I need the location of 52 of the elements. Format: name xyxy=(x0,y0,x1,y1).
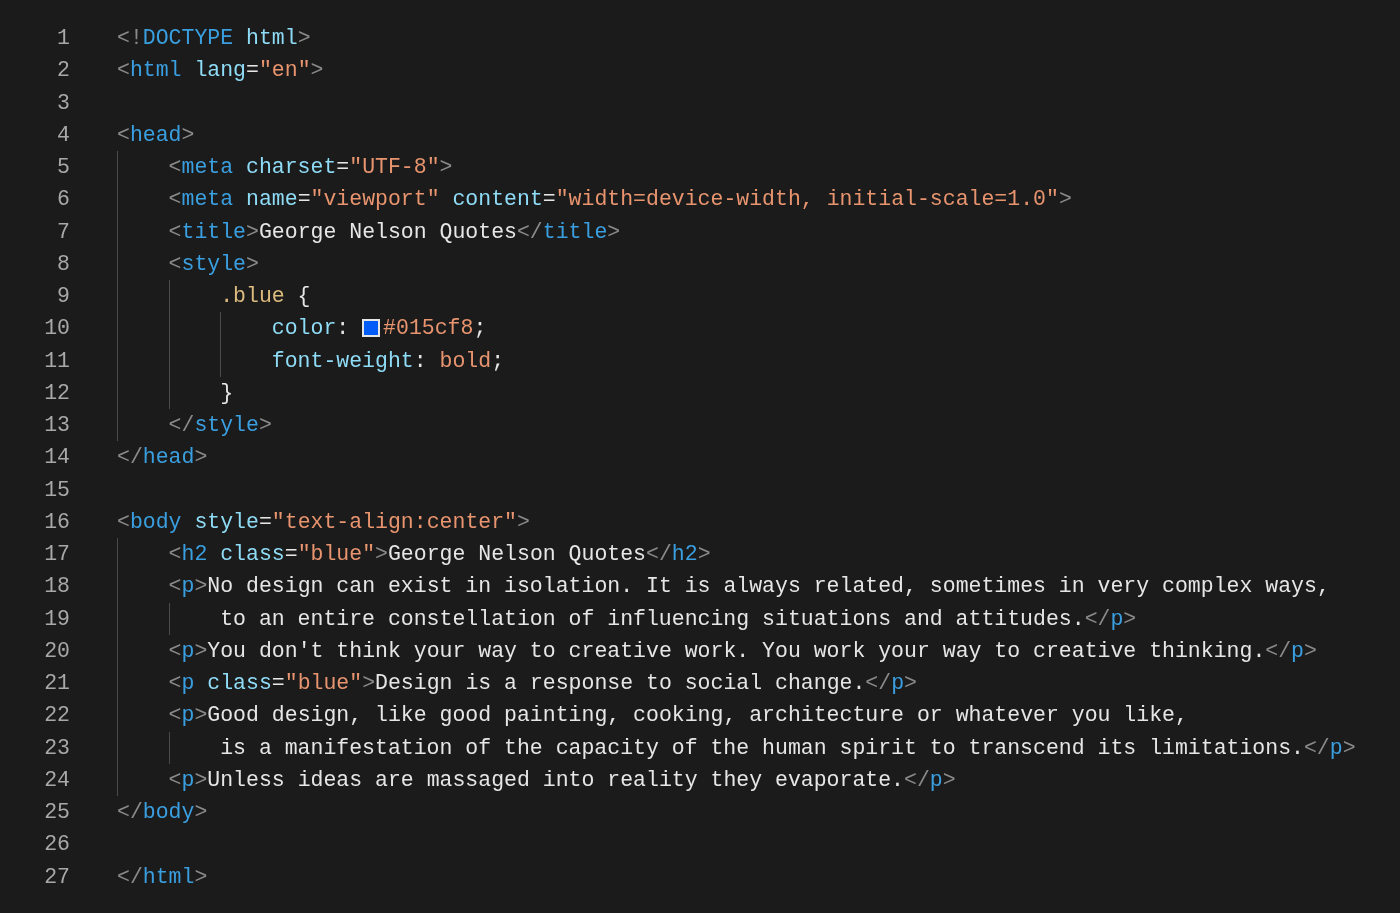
code-line: .blue { xyxy=(220,283,311,310)
code-line: <p>You don't think your way to creative work. You work your way to creative thinking.</p> xyxy=(168,637,1317,665)
line-number: 17 xyxy=(43,541,70,568)
code-line: <head> xyxy=(117,121,195,149)
line-number: 27 xyxy=(43,863,70,891)
line-number: 25 xyxy=(43,799,70,826)
code-line: <p>Good design, like good painting, cooking, architecture or whatever you like, xyxy=(168,702,1188,730)
line-number: 8 xyxy=(56,250,70,278)
line-number: 6 xyxy=(56,186,70,214)
line-number: 9 xyxy=(56,283,70,310)
line-number: 2 xyxy=(56,57,70,85)
line-number: 20 xyxy=(43,637,70,665)
line-number: 18 xyxy=(43,573,70,601)
line-number: 11 xyxy=(43,347,70,375)
line-number: 14 xyxy=(43,444,70,472)
code-line: <p>No design can exist in isolation. It is always related, sometimes in very complex ways, xyxy=(168,573,1330,601)
code-line: </style> xyxy=(168,412,272,439)
code-line: <body style="text-align:center"> xyxy=(117,508,530,536)
code-line: <p class="blue">Design is a response to social change.</p> xyxy=(168,670,917,697)
line-number: 16 xyxy=(43,508,70,536)
line-number: 10 xyxy=(43,315,70,343)
line-number: 1 xyxy=(56,25,70,52)
line-number: 13 xyxy=(43,412,70,439)
code-line: is a manifestation of the capacity of the human spirit to transcend its limitations.</p> xyxy=(220,734,1356,762)
code-line: font-weight: bold; xyxy=(271,347,505,375)
line-number: 19 xyxy=(43,605,70,633)
code-line: <!DOCTYPE html> xyxy=(117,25,311,52)
line-number: 12 xyxy=(43,379,70,407)
code-line: <h2 class="blue">George Nelson Quotes</h2> xyxy=(168,541,711,568)
code-line: </head> xyxy=(117,444,208,472)
line-number: 7 xyxy=(56,218,70,246)
code-line: </body> xyxy=(117,799,208,826)
code-line: <style> xyxy=(168,250,259,278)
code-line: to an entire constellation of influencing situations and attitudes.</p> xyxy=(220,605,1137,633)
line-number: 4 xyxy=(56,121,70,149)
code-line: <title>George Nelson Quotes</title> xyxy=(168,218,621,246)
line-number: 21 xyxy=(43,670,70,697)
code-line: </html> xyxy=(117,863,208,891)
code-line: #015cf8; xyxy=(383,315,487,343)
code-line: <html lang="en"> xyxy=(117,57,324,85)
line-number: 22 xyxy=(43,702,70,730)
code-line: } xyxy=(220,379,234,407)
code-line: <meta name="viewport" content="width=device-width, initial-scale=1.0"> xyxy=(168,186,1072,214)
line-number: 23 xyxy=(43,734,70,762)
line-number: 5 xyxy=(56,154,70,181)
code-line: <p>Unless ideas are massaged into reality they evaporate.</p> xyxy=(168,766,956,794)
line-number: 15 xyxy=(43,476,70,504)
line-number: 24 xyxy=(43,766,70,794)
code-line: <meta charset="UTF-8"> xyxy=(168,154,453,181)
line-number: 3 xyxy=(56,89,70,117)
code-line: color: xyxy=(271,315,351,343)
line-number: 26 xyxy=(43,831,70,859)
